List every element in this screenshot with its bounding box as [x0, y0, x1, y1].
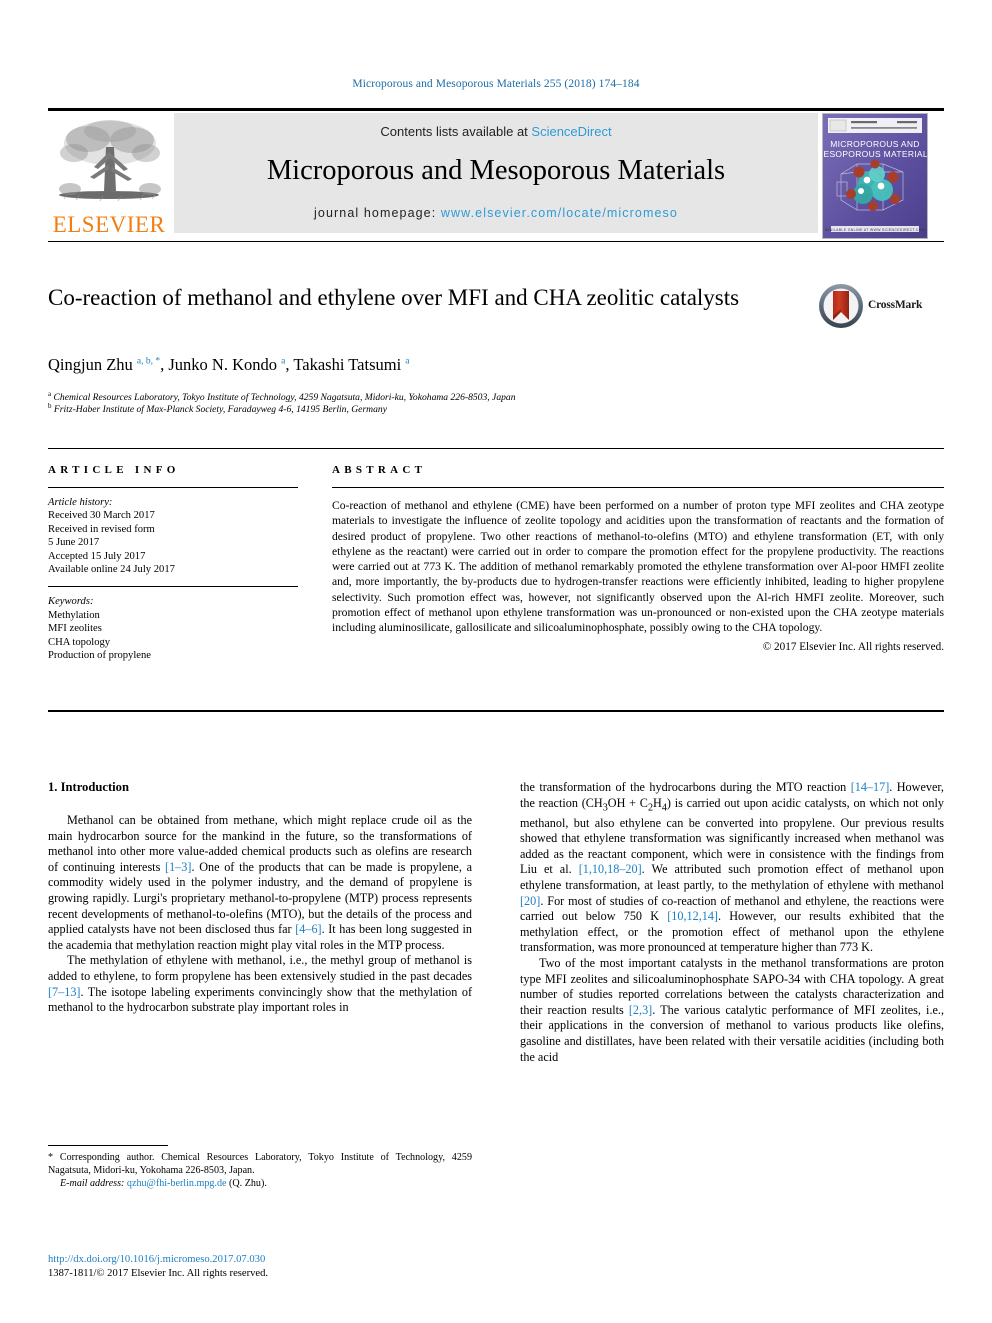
footnote-rule: [48, 1145, 168, 1146]
body-column-left: 1. Introduction Methanol can be obtained…: [48, 780, 472, 1016]
crossmark-icon: [818, 283, 864, 329]
journal-masthead: ELSEVIER Contents lists available at Sci…: [48, 108, 944, 242]
body-paragraph: Two of the most important catalysts in t…: [520, 955, 944, 1064]
masthead-top-rule: [48, 108, 944, 111]
journal-cover-thumbnail: MICROPOROUS AND MESOPOROUS MATERIALS: [822, 113, 928, 239]
crossmark-label: CrossMark: [868, 299, 923, 311]
keyword-item: Methylation: [48, 609, 100, 621]
svg-text:AVAILABLE ONLINE AT WWW.SCIENC: AVAILABLE ONLINE AT WWW.SCIENCEDIRECT.CO…: [825, 228, 925, 232]
history-item: Accepted 15 July 2017: [48, 550, 146, 562]
svg-text:MICROPOROUS AND: MICROPOROUS AND: [830, 139, 920, 149]
contents-prefix: Contents lists available at: [380, 124, 532, 139]
masthead-bottom-rule: [48, 241, 944, 242]
keywords-group: Keywords: Methylation MFI zeolites CHA t…: [48, 595, 298, 662]
body-column-right: the transformation of the hydrocarbons d…: [520, 780, 944, 1065]
contents-available-line: Contents lists available at ScienceDirec…: [174, 124, 818, 139]
abstract-heading: ABSTRACT: [332, 464, 427, 476]
email-suffix: (Q. Zhu).: [229, 1178, 267, 1190]
history-item: 5 June 2017: [48, 537, 100, 549]
email-link[interactable]: qzhu@fhi-berlin.mpg.de: [127, 1178, 227, 1189]
abstract-column: ABSTRACT Co-reaction of methanol and eth…: [332, 448, 944, 653]
sciencedirect-link[interactable]: ScienceDirect: [531, 124, 611, 139]
history-item: Received 30 March 2017: [48, 510, 155, 522]
body-paragraph: The methylation of ethylene with methano…: [48, 953, 472, 1015]
article-info-heading: ARTICLE INFO: [48, 464, 180, 476]
keywords-rule: [48, 586, 298, 588]
keywords-label: Keywords:: [48, 596, 94, 608]
abstract-text: Co-reaction of methanol and ethylene (CM…: [332, 499, 944, 635]
elsevier-tree-icon: [54, 117, 164, 209]
elsevier-wordmark: ELSEVIER: [52, 212, 166, 237]
article-info-rule: [48, 487, 298, 488]
elsevier-logo: ELSEVIER: [48, 113, 170, 237]
running-head: Microporous and Mesoporous Materials 255…: [352, 78, 640, 90]
abstract-copyright: © 2017 Elsevier Inc. All rights reserved…: [762, 640, 944, 653]
abstract-rule: [332, 487, 944, 488]
crossmark-badge[interactable]: CrossMark: [818, 283, 944, 335]
frame-bottom-rule: [48, 710, 944, 712]
keyword-item: Production of propylene: [48, 650, 151, 662]
page-title: Co-reaction of methanol and ethylene ove…: [48, 285, 740, 310]
homepage-prefix: journal homepage:: [314, 206, 441, 220]
section-heading-introduction: 1. Introduction: [48, 780, 129, 794]
author-list: Qingjun Zhu a, b, *, Junko N. Kondo a, T…: [48, 355, 410, 374]
article-history-group: Article history: Received 30 March 2017 …: [48, 496, 298, 576]
paper-page: Microporous and Mesoporous Materials 255…: [0, 0, 992, 1323]
issn-copyright-line: 1387-1811/© 2017 Elsevier Inc. All right…: [48, 1267, 269, 1279]
affiliation-b-mark: b: [48, 402, 52, 410]
history-item: Available online 24 July 2017: [48, 564, 175, 576]
corresponding-author-footnote: * Corresponding author. Chemical Resourc…: [48, 1145, 472, 1191]
affiliation-a-mark: a: [48, 390, 52, 398]
body-paragraph: Methanol can be obtained from methane, w…: [48, 813, 472, 952]
affiliation-b: b Fritz-Haber Institute of Max-Planck So…: [48, 400, 848, 416]
doi-footer: http://dx.doi.org/10.1016/j.micromeso.20…: [48, 1253, 478, 1280]
history-item: Received in revised form: [48, 523, 155, 535]
journal-title: Microporous and Mesoporous Materials: [266, 155, 726, 186]
masthead-center-band: Contents lists available at ScienceDirec…: [174, 113, 818, 233]
svg-text:MESOPOROUS MATERIALS: MESOPOROUS MATERIALS: [823, 149, 927, 159]
body-paragraph: the transformation of the hydrocarbons d…: [520, 780, 944, 955]
journal-homepage-link[interactable]: www.elsevier.com/locate/micromeso: [441, 206, 678, 220]
article-info-column: ARTICLE INFO Article history: Received 3…: [48, 448, 298, 662]
doi-link[interactable]: http://dx.doi.org/10.1016/j.micromeso.20…: [48, 1253, 478, 1267]
keyword-item: CHA topology: [48, 636, 111, 648]
journal-homepage-line: journal homepage: www.elsevier.com/locat…: [174, 206, 818, 220]
affiliation-b-text: Fritz-Haber Institute of Max-Planck Soci…: [53, 404, 387, 416]
corresponding-author-text: * Corresponding author. Chemical Resourc…: [48, 1152, 472, 1176]
keyword-item: MFI zeolites: [48, 623, 102, 635]
article-history-label: Article history:: [48, 497, 113, 508]
corresponding-email-line: E-mail address: qzhu@fhi-berlin.mpg.de (…: [48, 1178, 472, 1191]
email-label: E-mail address:: [60, 1178, 125, 1190]
